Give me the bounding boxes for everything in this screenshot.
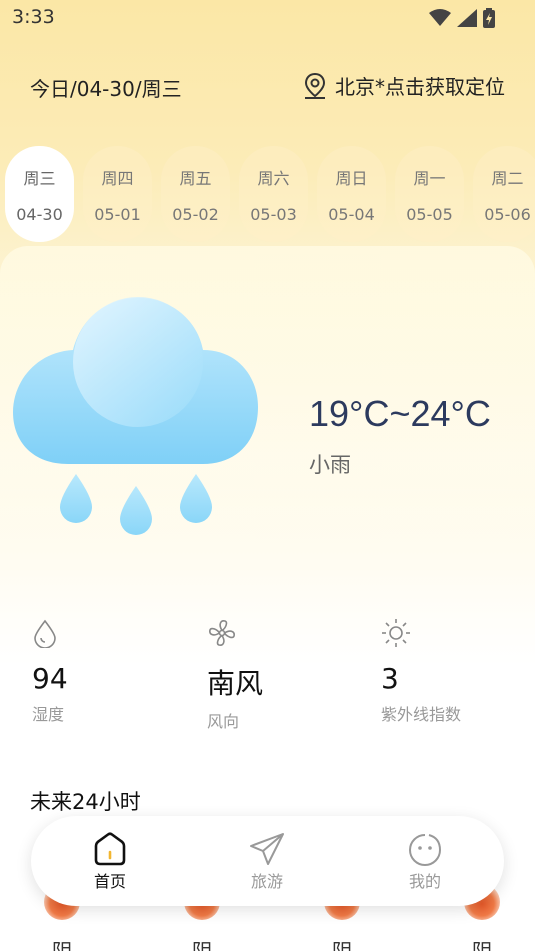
stat-wind: 南风 风向 [207,618,263,732]
hour-label: 阴 [52,939,72,951]
stat-value: 南风 [207,667,264,700]
weather-condition: 小雨 [309,453,351,477]
day-date: 05-02 [172,204,219,224]
day-tab[interactable]: 周六 05-03 [239,146,308,242]
day-strip: 周三 04-30 周四 05-01 周五 05-02 周六 05-03 周日 05-04 … [5,146,535,242]
face-icon [409,834,442,866]
signal-icon [457,9,477,27]
day-date: 05-05 [406,204,453,224]
battery-icon [483,8,495,28]
day-date: 05-03 [250,204,297,224]
day-tab[interactable]: 周一 05-05 [395,146,464,242]
forecast-title: 未来24小时 [30,790,141,814]
stat-label: 湿度 [32,705,65,724]
location-label: 北京*点击获取定位 [335,75,505,99]
day-weekday: 周五 [179,168,212,188]
nav-label: 我的 [408,872,441,891]
day-tab[interactable]: 周四 05-01 [83,146,152,242]
location-button[interactable]: 北京*点击获取定位 [303,71,505,100]
bottom-nav: 首页 旅游 我的 [31,816,504,906]
status-time: 3:33 [12,6,55,28]
day-weekday: 周日 [335,168,368,188]
nav-label: 旅游 [250,872,283,891]
nav-mine[interactable]: 我的 [385,832,465,892]
stat-value: 94 [32,662,68,695]
stat-uv: 3 紫外线指数 [381,618,461,725]
humidity-drop-icon [34,619,56,649]
day-date: 05-01 [94,204,141,224]
temperature-range: 19°C~24°C [309,393,491,434]
rain-cloud-icon [13,297,258,535]
stat-label: 紫外线指数 [381,705,462,724]
day-tab[interactable]: 周二 05-06 [473,146,535,242]
day-tab[interactable]: 周三 04-30 [5,146,74,242]
status-icons [429,8,495,28]
nav-label: 首页 [93,872,126,891]
sun-icon [382,619,410,647]
wifi-icon [429,9,451,26]
hour-label: 阴 [472,939,492,951]
nav-home[interactable]: 首页 [70,832,150,892]
stat-value: 3 [381,662,399,695]
home-icon [94,832,126,866]
header-date: 今日/04-30/周三 [30,77,182,101]
nav-travel[interactable]: 旅游 [227,832,307,892]
location-pin-icon [304,72,326,99]
day-weekday: 周三 [23,168,56,188]
day-date: 05-04 [328,204,375,224]
day-date: 05-06 [484,204,531,224]
day-tab[interactable]: 周五 05-02 [161,146,230,242]
paper-plane-icon [250,833,284,865]
day-weekday: 周六 [257,168,290,188]
hour-label: 阴 [192,939,212,951]
stat-humidity: 94 湿度 [32,618,68,725]
day-weekday: 周二 [491,168,524,188]
status-bar: 3:33 [0,0,535,36]
fan-icon [209,620,235,646]
stat-label: 风向 [207,712,240,731]
day-date: 04-30 [16,204,63,224]
day-weekday: 周四 [101,168,134,188]
hour-label: 阴 [332,939,352,951]
day-weekday: 周一 [413,168,446,188]
day-tab[interactable]: 周日 05-04 [317,146,386,242]
